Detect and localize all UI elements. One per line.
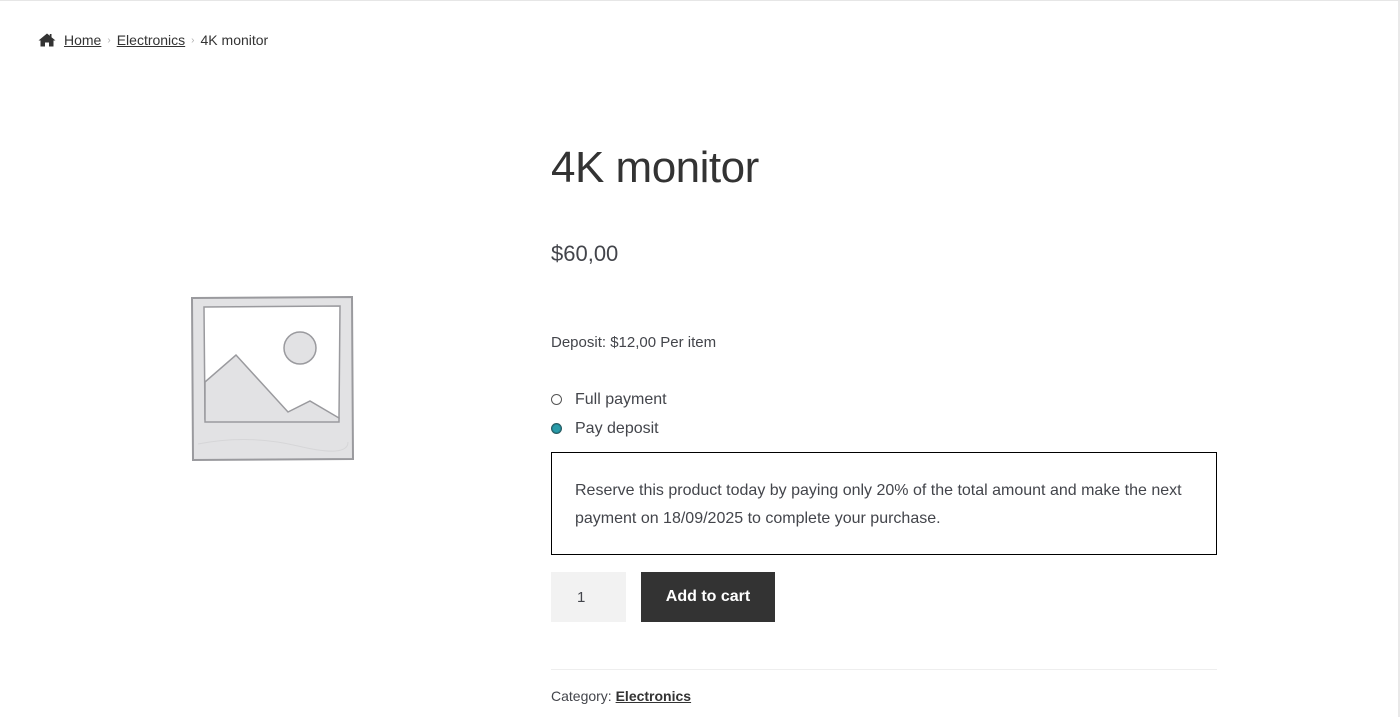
full-payment-label: Full payment: [575, 390, 667, 408]
deposit-message: Reserve this product today by paying onl…: [575, 482, 1182, 527]
payment-options: Full payment Pay deposit: [551, 385, 667, 443]
pay-deposit-label: Pay deposit: [575, 419, 659, 437]
product-price: $60,00: [551, 241, 619, 266]
category-label: Category:: [551, 688, 616, 704]
full-payment-radio[interactable]: [551, 393, 562, 405]
product-title: 4K monitor: [551, 143, 759, 192]
pay-deposit-radio[interactable]: [551, 422, 562, 434]
pay-deposit-option[interactable]: Pay deposit: [551, 414, 667, 443]
deposit-amount: Deposit: $12,00 Per item: [551, 334, 717, 351]
breadcrumb: Home › Electronics › 4K monitor: [38, 30, 268, 50]
deposit-message-box: Reserve this product today by paying onl…: [551, 452, 1217, 555]
breadcrumb-home-link[interactable]: Home: [64, 32, 101, 48]
add-to-cart-button[interactable]: Add to cart: [641, 572, 775, 622]
full-payment-option[interactable]: Full payment: [551, 385, 667, 414]
breadcrumb-electronics-link[interactable]: Electronics: [117, 32, 185, 48]
quantity-input[interactable]: 1: [551, 572, 626, 622]
home-icon: [38, 33, 56, 47]
divider: [551, 669, 1217, 670]
category-link[interactable]: Electronics: [616, 688, 691, 704]
breadcrumb-separator-icon: ›: [107, 34, 111, 46]
product-page: Home › Electronics › 4K monitor 4K monit…: [0, 0, 1400, 717]
breadcrumb-separator-icon: ›: [191, 34, 195, 46]
breadcrumb-current: 4K monitor: [200, 32, 269, 48]
product-meta: Category: Electronics: [551, 688, 691, 704]
image-placeholder-icon[interactable]: [188, 294, 356, 464]
